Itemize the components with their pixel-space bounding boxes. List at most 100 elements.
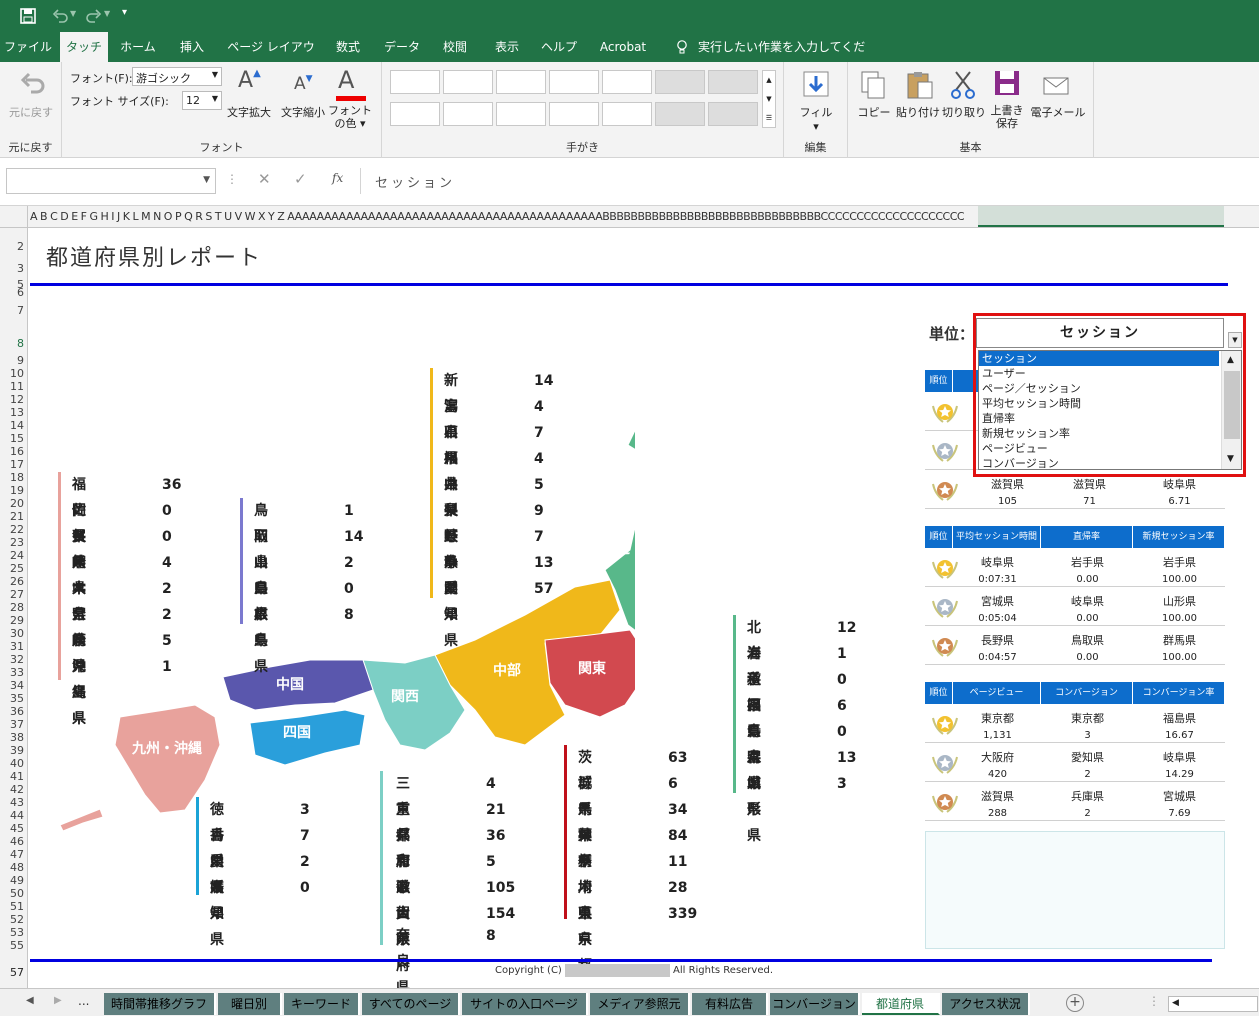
- pen-2[interactable]: [443, 70, 493, 94]
- fill-button[interactable]: フィル ▾: [788, 104, 844, 133]
- row-number[interactable]: 36: [10, 705, 24, 718]
- customize-icon[interactable]: ▾: [122, 7, 127, 18]
- row-number[interactable]: 47: [10, 848, 24, 861]
- function-icon[interactable]: fx: [332, 171, 343, 185]
- sheet-tab[interactable]: 有料広告: [692, 993, 768, 1015]
- fill-icon[interactable]: [802, 70, 830, 98]
- row-number[interactable]: 49: [10, 874, 24, 887]
- pen-8[interactable]: [390, 102, 440, 126]
- font-color-button[interactable]: フォント の色 ▾: [326, 104, 374, 130]
- row-number[interactable]: 32: [10, 653, 24, 666]
- row-number[interactable]: 55: [10, 939, 24, 952]
- row-number[interactable]: 14: [10, 419, 24, 432]
- scroll-down-icon[interactable]: ▼: [1227, 452, 1234, 467]
- sheet-tab[interactable]: すべてのページ: [362, 993, 460, 1015]
- region-hokkaido[interactable]: [627, 327, 635, 503]
- save-button[interactable]: 上書き 保存: [984, 104, 1030, 130]
- tab-help[interactable]: ヘルプ: [536, 32, 582, 62]
- tab-touch[interactable]: タッチ: [60, 32, 108, 62]
- row-number[interactable]: 13: [10, 406, 24, 419]
- sheet-tab[interactable]: コンバージョン: [770, 993, 860, 1015]
- row-number[interactable]: 22: [10, 523, 24, 536]
- add-sheet-button[interactable]: +: [1066, 994, 1084, 1012]
- row-number[interactable]: 25: [10, 562, 24, 575]
- row-number[interactable]: 16: [10, 445, 24, 458]
- row-number[interactable]: 43: [10, 796, 24, 809]
- undo-button[interactable]: 元に戻す: [4, 104, 58, 120]
- pen-gallery-scroll[interactable]: ▲ ▼ ☰: [762, 70, 776, 128]
- sheet-tab[interactable]: メディア参照元: [590, 993, 690, 1015]
- row-number[interactable]: 42: [10, 783, 24, 796]
- row-number[interactable]: 45: [10, 822, 24, 835]
- sheet-tab[interactable]: 時間帯推移グラフ: [104, 993, 216, 1015]
- tab-review[interactable]: 校閲: [432, 32, 478, 62]
- dropdown-option[interactable]: セッション: [979, 351, 1219, 366]
- pen-14[interactable]: [708, 102, 758, 126]
- sheet-tab[interactable]: キーワード: [284, 993, 360, 1015]
- cut-icon[interactable]: [950, 70, 976, 100]
- row-number[interactable]: 52: [10, 913, 24, 926]
- tab-page-layout[interactable]: ページ レイアウト: [222, 32, 320, 84]
- paste-icon[interactable]: [906, 70, 934, 100]
- row-number[interactable]: 7: [17, 304, 24, 317]
- row-number[interactable]: 20: [10, 497, 24, 510]
- undo-icon[interactable]: [52, 8, 68, 24]
- email-icon[interactable]: [1042, 70, 1070, 98]
- row-number[interactable]: 10: [10, 367, 24, 380]
- dropdown-option[interactable]: ページ／セッション: [979, 381, 1241, 396]
- undo-large-icon[interactable]: [18, 70, 46, 96]
- row-number[interactable]: 17: [10, 458, 24, 471]
- dropdown-scrollbar[interactable]: ▲ ▼: [1221, 351, 1241, 469]
- name-box[interactable]: ▼: [6, 168, 216, 194]
- cancel-icon[interactable]: ✕: [258, 170, 271, 188]
- row-number[interactable]: 44: [10, 809, 24, 822]
- grow-font-icon[interactable]: A▲: [238, 68, 261, 93]
- pen-6[interactable]: [655, 70, 705, 94]
- row-number[interactable]: 6: [17, 286, 24, 299]
- row-number[interactable]: 40: [10, 757, 24, 770]
- unit-dropdown-list[interactable]: セッション ユーザー ページ／セッション 平均セッション時間 直帰率 新規セッシ…: [978, 350, 1242, 470]
- row-number[interactable]: 35: [10, 692, 24, 705]
- row-number[interactable]: 12: [10, 393, 24, 406]
- tab-home[interactable]: ホーム: [114, 32, 162, 62]
- paste-button[interactable]: 貼り付け: [894, 104, 942, 120]
- cut-button[interactable]: 切り取り: [942, 104, 986, 120]
- row-number[interactable]: 29: [10, 614, 24, 627]
- row-number[interactable]: 18: [10, 471, 24, 484]
- row-number[interactable]: 3: [17, 262, 24, 275]
- grow-font-button[interactable]: 文字拡大: [222, 104, 276, 120]
- row-number[interactable]: 53: [10, 926, 24, 939]
- font-color-icon[interactable]: A: [338, 66, 354, 94]
- row-number[interactable]: 27: [10, 588, 24, 601]
- row-number[interactable]: 39: [10, 744, 24, 757]
- scroll-up-icon[interactable]: ▲: [1227, 353, 1234, 368]
- row-number[interactable]: 9: [17, 354, 24, 367]
- row-number[interactable]: 46: [10, 835, 24, 848]
- more-sheets-button[interactable]: ...: [78, 994, 89, 1008]
- pen-5[interactable]: [602, 70, 652, 94]
- row-number[interactable]: 38: [10, 731, 24, 744]
- dropdown-option[interactable]: コンバージョン: [979, 456, 1241, 471]
- enter-icon[interactable]: ✓: [294, 170, 307, 188]
- row-number[interactable]: 15: [10, 432, 24, 445]
- tab-data[interactable]: データ: [378, 32, 426, 62]
- row-number[interactable]: 34: [10, 679, 24, 692]
- dropdown-option[interactable]: ページビュー: [979, 441, 1241, 456]
- undo-dropdown-icon[interactable]: ▼: [70, 9, 76, 18]
- scroll-thumb[interactable]: [1224, 371, 1240, 439]
- tab-acrobat[interactable]: Acrobat: [592, 32, 654, 62]
- row-number[interactable]: 37: [10, 718, 24, 731]
- tab-formulas[interactable]: 数式: [326, 32, 370, 62]
- row-number[interactable]: 48: [10, 861, 24, 874]
- next-sheet-icon[interactable]: ▶: [54, 995, 62, 1006]
- copy-icon[interactable]: [860, 70, 886, 100]
- save-icon[interactable]: [20, 8, 36, 24]
- prev-sheet-icon[interactable]: ◀: [26, 995, 34, 1006]
- scroll-left-icon[interactable]: ◀: [1172, 998, 1179, 1008]
- row-number[interactable]: 8: [17, 337, 24, 350]
- pen-7[interactable]: [708, 70, 758, 94]
- sheet-tab-active[interactable]: 都道府県: [862, 993, 940, 1015]
- row-number[interactable]: 41: [10, 770, 24, 783]
- row-number[interactable]: 30: [10, 627, 24, 640]
- dropdown-option[interactable]: ユーザー: [979, 366, 1241, 381]
